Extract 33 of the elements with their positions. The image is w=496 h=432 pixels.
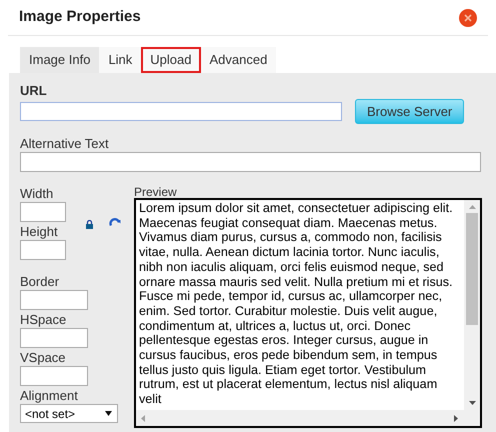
scroll-left-icon[interactable]	[141, 414, 145, 422]
field-label: VSpace	[20, 350, 67, 366]
input-field[interactable]	[20, 366, 88, 386]
input-field[interactable]	[20, 328, 88, 348]
scroll-up-icon[interactable]	[468, 205, 476, 209]
tab[interactable]: Upload	[141, 47, 200, 73]
field-label: Border	[20, 274, 60, 290]
preview-label: Preview	[134, 186, 178, 198]
url-field[interactable]	[20, 102, 342, 121]
tab[interactable]: Link	[99, 47, 142, 73]
scroll-right-icon[interactable]	[454, 414, 458, 422]
field-label: Alternative Text	[20, 136, 110, 152]
alignment-select[interactable]: <not set>	[20, 404, 118, 423]
preview-text: Lorem ipsum dolor sit amet, consectetuer adipiscing elit. Maecenas feugiat consequat diam. Maecenas metus. Vivamus diam purus, cursus a, commodo non, facilisis vitae, nulla. Aenean dictum lacinia tortor. Nunc iaculis, nibh non iaculis aliquam, orci felis euismod neque, sed ornare massa mauris sed velit. Nulla pretium mi et risus. Fusce mi pede, tempor id, cursus ac, ullamcorper nec, enim. Sed tortor. Curabitur molestie. Duis velit augue, condimentum at, ultrices a, luctus ut, orci. Donec pellentesque egestas eros. Integer cursus, augue in cursus faucibus, eros pede bibendum sem, in tempus tellus justo quis ligula. Etiam eget tortor. Vestibulum rutrum, est ut placerat elementum, lectus nisl aliquam velit	[138, 200, 454, 408]
input-field[interactable]	[20, 202, 66, 222]
input-field[interactable]	[20, 290, 88, 310]
vertical-scrollbar[interactable]	[464, 200, 480, 410]
url-label: URL	[20, 83, 48, 99]
tab[interactable]: Advanced	[200, 47, 276, 73]
browse-server-button[interactable]: Browse Server	[355, 99, 464, 124]
input-field[interactable]	[20, 240, 66, 260]
dropdown-caret-icon	[105, 411, 112, 416]
tab[interactable]: Image Info	[20, 47, 100, 73]
alignment-label: Alignment	[20, 388, 79, 404]
field-label: Width	[20, 186, 54, 202]
field-label: Height	[20, 224, 59, 240]
field-label: HSpace	[20, 312, 68, 328]
horizontal-scrollbar[interactable]	[136, 410, 480, 426]
window-title: Image Properties	[19, 7, 141, 28]
scroll-down-icon[interactable]	[468, 401, 476, 405]
input-field[interactable]	[20, 152, 481, 172]
lock-icon[interactable]	[86, 220, 93, 228]
close-icon[interactable]	[459, 8, 477, 26]
